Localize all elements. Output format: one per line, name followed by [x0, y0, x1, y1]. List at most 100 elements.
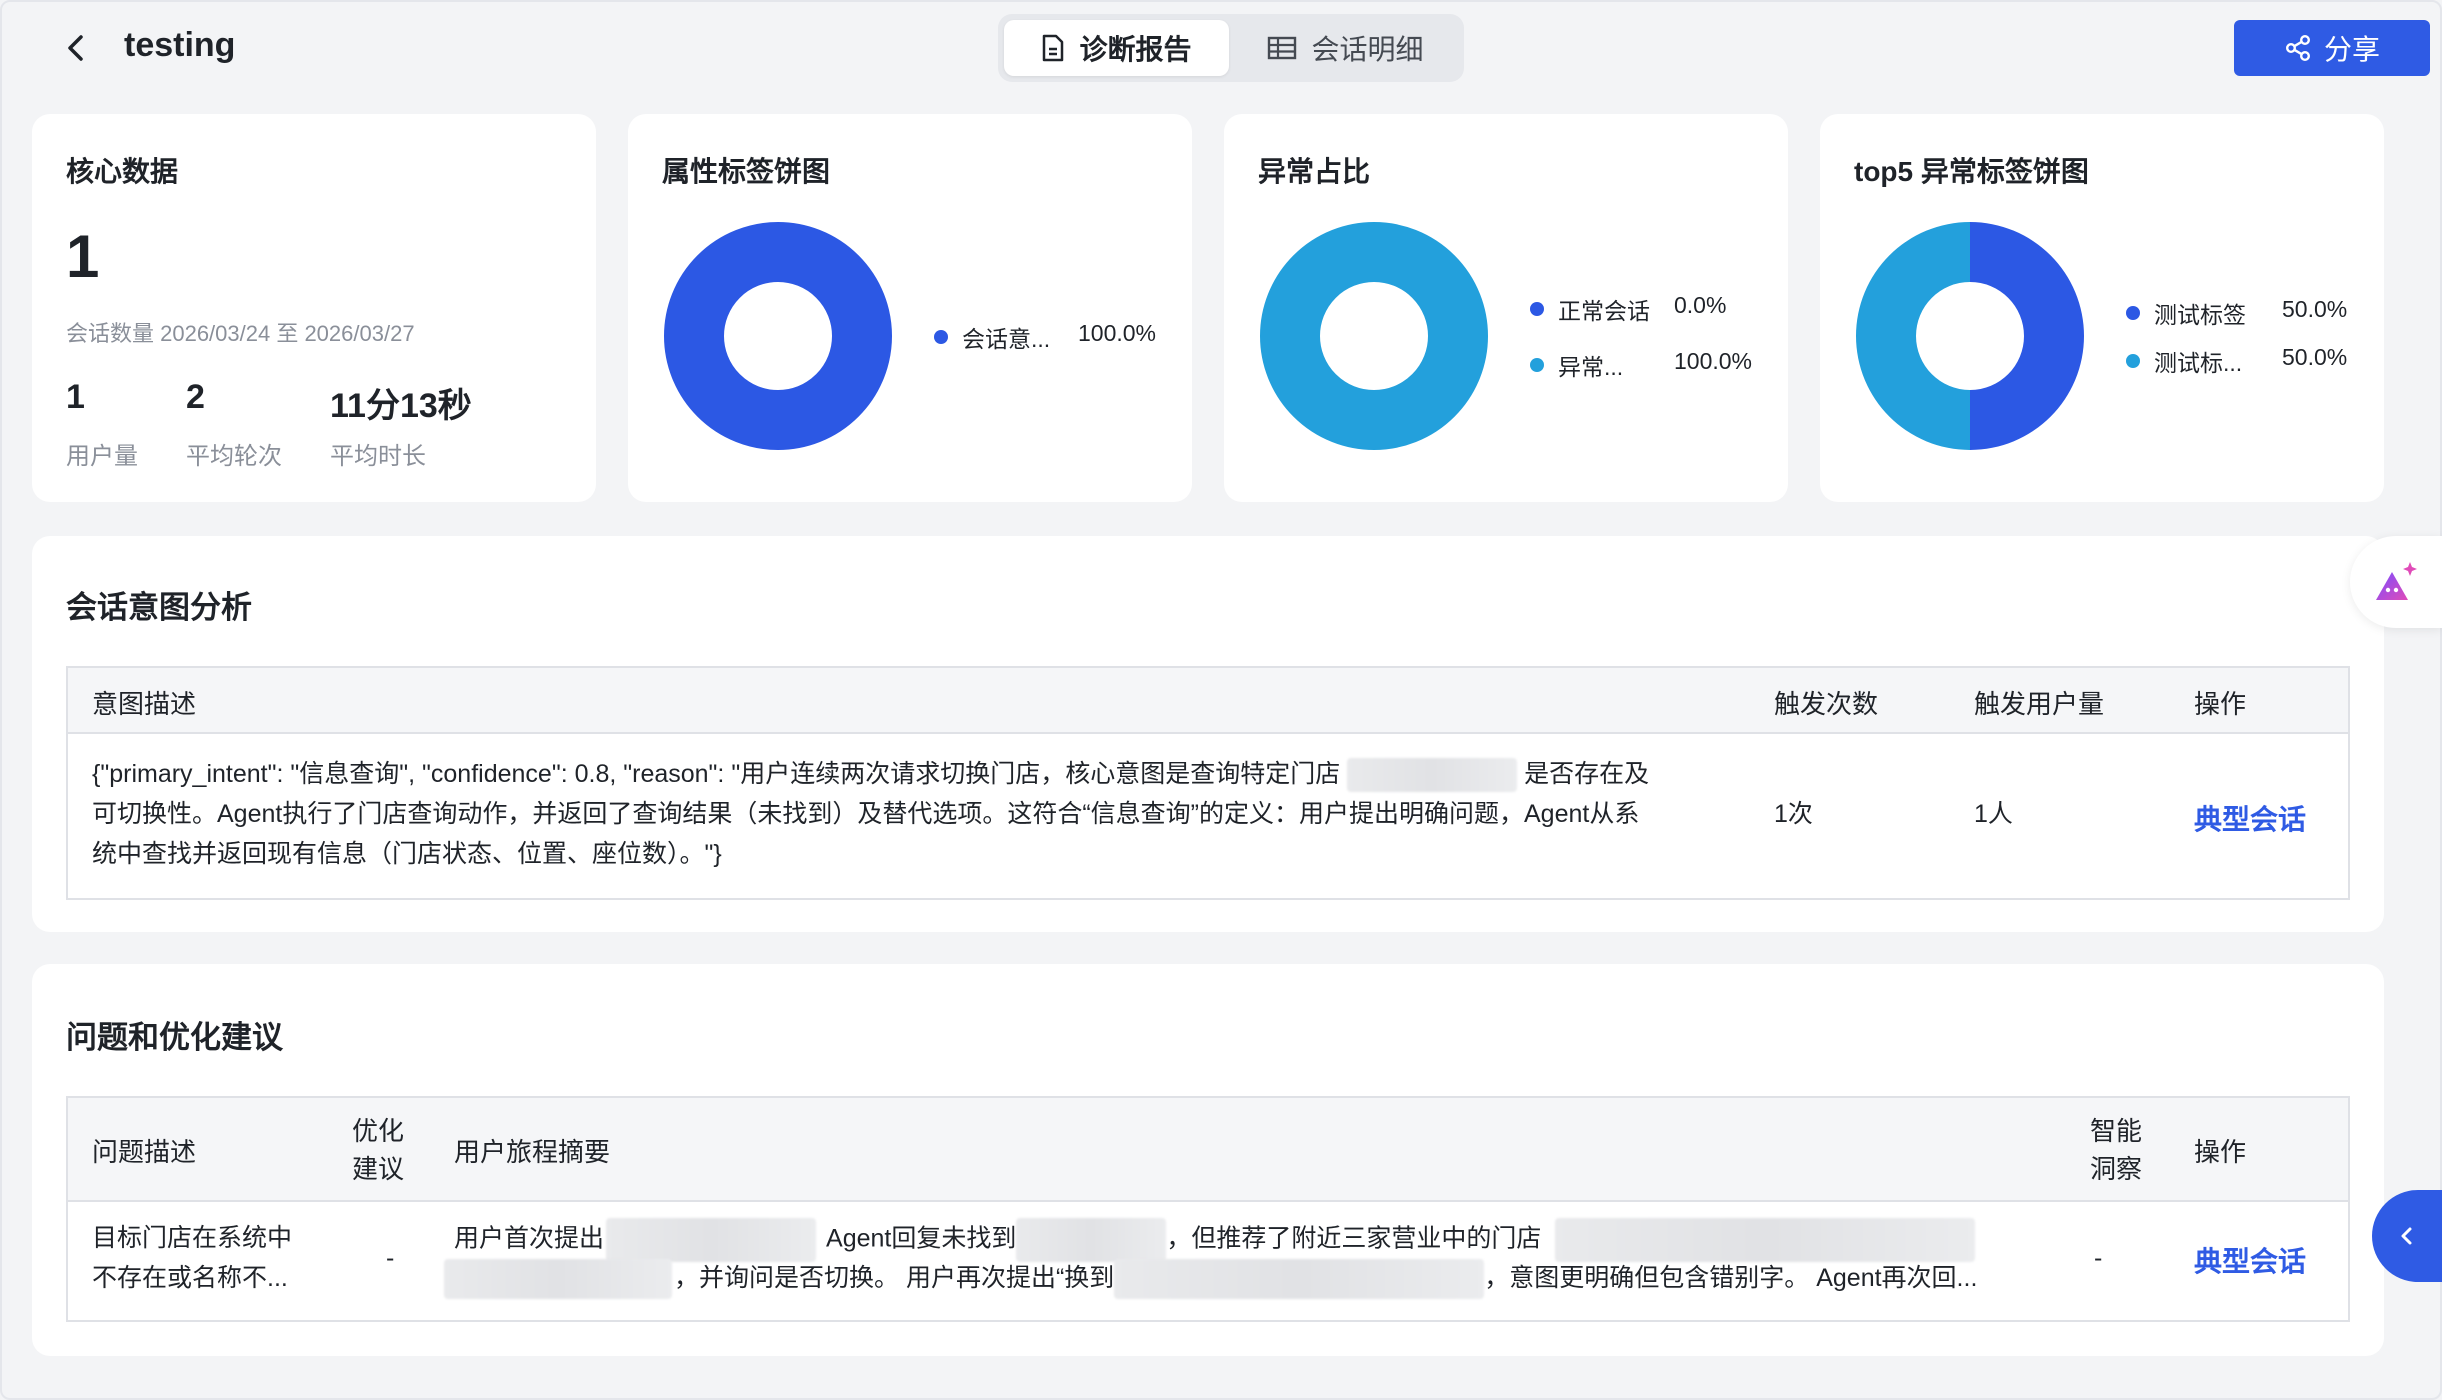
anomaly-ratio-card: 异常占比 正常会话 0.0% 异常... 100.0% — [1224, 114, 1788, 502]
legend-label: 测试标... — [2154, 350, 2243, 376]
stat-users-label: 用户量 — [66, 443, 138, 470]
text-segment: 是否存在及 — [1524, 760, 1650, 788]
legend-label: 测试标签 — [2154, 302, 2246, 328]
problem-desc: 目标门店在系统中 不存在或名称不... — [92, 1218, 292, 1298]
tab-label: 会话明细 — [1311, 34, 1424, 65]
text-line: 目标门店在系统中 — [92, 1224, 293, 1252]
issues-table: 问题描述 优化 建议 用户旅程摘要 智能 洞察 操作 目标门店在系统中 不存在或… — [66, 1096, 2350, 1322]
legend-value: 50.0% — [2282, 344, 2348, 370]
suggestion-value: - — [386, 1244, 395, 1272]
legend-item[interactable]: 测试标... — [2126, 344, 2242, 378]
intent-table: 意图描述 触发次数 触发用户量 操作 {"primary_intent": "信… — [66, 666, 2350, 900]
table-icon — [1268, 36, 1297, 60]
typical-session-link[interactable]: 典型会话 — [2194, 1240, 2306, 1280]
journey-line: 用户首次提出 Agent回复未找到 ，但推荐了附近三家营业中的门店 — [454, 1218, 1976, 1262]
col-problem-desc: 问题描述 — [92, 1137, 197, 1167]
header-text: 优化 — [352, 1116, 405, 1146]
redacted-block — [606, 1218, 817, 1262]
redacted-block — [444, 1259, 672, 1300]
col-actions: 操作 — [2194, 1137, 2247, 1167]
legend-dot — [1530, 302, 1544, 316]
stat-duration-value: 11分13秒 — [330, 387, 472, 425]
session-count-caption: 会话数量 2026/03/24 至 2026/03/27 — [66, 321, 415, 346]
back-button[interactable] — [56, 28, 96, 68]
share-label: 分享 — [2323, 34, 2380, 65]
legend-item[interactable]: 异常... — [1530, 348, 1623, 382]
tab-session-details[interactable]: 会话明细 — [1233, 20, 1458, 76]
legend-value: 100.0% — [1674, 348, 1753, 374]
legend-item[interactable]: 会话意... — [934, 320, 1050, 354]
top5-anomaly-tag-card: top5 异常标签饼图 测试标签 50.0% 测试标... 50.0% — [1820, 114, 2384, 502]
legend-dot — [934, 330, 948, 344]
pie-slice[interactable] — [664, 222, 892, 450]
card-title: 核心数据 — [66, 156, 179, 187]
stat-duration-label: 平均时长 — [330, 443, 426, 470]
text-line: 不存在或名称不... — [92, 1264, 288, 1292]
chart-title: top5 异常标签饼图 — [1854, 156, 2089, 187]
document-icon — [1043, 34, 1064, 62]
text-segment: ，并询问是否切换。 用户再次提出“换到 — [674, 1264, 1115, 1292]
top5-anomaly-donut — [1856, 222, 2084, 450]
share-icon — [2285, 35, 2310, 62]
col-insight: 智能 洞察 — [2090, 1112, 2142, 1188]
stat-rounds-label: 平均轮次 — [186, 443, 282, 470]
trigger-count: 1次 — [1774, 800, 1813, 828]
redacted-block — [1555, 1218, 1976, 1262]
intent-desc-line: 统中查找并返回现有信息（门店状态、位置、座位数）。"} — [92, 840, 722, 868]
intent-analysis-card: 会话意图分析 意图描述 触发次数 触发用户量 操作 {"primary_inte… — [32, 536, 2384, 932]
attribute-tag-pie-card: 属性标签饼图 会话意... 100.0% — [628, 114, 1192, 502]
col-trigger-count: 触发次数 — [1774, 689, 1879, 719]
col-suggestion: 优化 建议 — [352, 1112, 404, 1188]
legend-item[interactable]: 正常会话 — [1530, 292, 1650, 326]
header-text: 智能 — [2090, 1116, 2143, 1146]
header-text: 建议 — [352, 1154, 405, 1184]
stat-rounds-value: 2 — [186, 378, 205, 416]
share-button[interactable]: 分享 — [2234, 20, 2430, 76]
issues-suggestions-card: 问题和优化建议 问题描述 优化 建议 用户旅程摘要 智能 洞察 操作 目标门店在… — [32, 964, 2384, 1356]
redacted-block — [1347, 758, 1518, 793]
legend-label: 会话意... — [962, 326, 1051, 352]
header-text: 洞察 — [2090, 1154, 2143, 1184]
table-header: 意图描述 触发次数 触发用户量 操作 — [68, 668, 2348, 734]
intent-desc-line: 可切换性。Agent执行了门店查询动作，并返回了查询结果（未找到）及替代选项。这… — [92, 800, 1640, 828]
ai-assistant-button[interactable] — [2350, 536, 2442, 628]
intent-desc-line: {"primary_intent": "信息查询", "confidence":… — [92, 754, 1649, 794]
text-segment: ，意图更明确但包含错别字。 Agent再次回... — [1484, 1264, 1978, 1292]
legend-dot — [2126, 354, 2140, 368]
ai-sparkle-icon — [2376, 562, 2417, 600]
table-header: 问题描述 优化 建议 用户旅程摘要 智能 洞察 操作 — [68, 1098, 2348, 1202]
journey-line: ，并询问是否切换。 用户再次提出“换到 ，意图更明确但包含错别字。 Agent再次… — [444, 1258, 1978, 1300]
stat-users-value: 1 — [66, 378, 85, 416]
legend-dot — [2126, 306, 2140, 320]
page-title: testing — [124, 26, 236, 64]
pie-slice[interactable] — [1260, 222, 1488, 450]
legend-value: 100.0% — [1078, 320, 1157, 346]
attribute-tag-donut — [664, 222, 892, 450]
col-journey-summary: 用户旅程摘要 — [454, 1137, 611, 1167]
text-segment: Agent回复未找到 — [826, 1224, 1017, 1253]
redacted-block — [1016, 1218, 1167, 1262]
tab-label: 诊断报告 — [1079, 34, 1192, 65]
section-title: 会话意图分析 — [66, 590, 252, 625]
redacted-block — [1114, 1259, 1485, 1300]
col-trigger-users: 触发用户量 — [1974, 689, 2105, 719]
chart-title: 属性标签饼图 — [662, 156, 831, 187]
legend-value: 0.0% — [1674, 292, 1727, 318]
pie-slice[interactable] — [1856, 222, 1970, 450]
text-segment: ，但推荐了附近三家营业中的门店 — [1166, 1224, 1542, 1253]
col-intent-desc: 意图描述 — [92, 689, 197, 719]
chevron-left-icon — [2401, 1227, 2412, 1245]
trigger-users: 1人 — [1974, 800, 2013, 828]
typical-session-link[interactable]: 典型会话 — [2194, 798, 2306, 838]
section-title: 问题和优化建议 — [66, 1020, 283, 1055]
legend-item[interactable]: 测试标签 — [2126, 296, 2246, 330]
insight-value: - — [2094, 1244, 2103, 1272]
legend-dot — [1530, 358, 1544, 372]
text-segment: {"primary_intent": "信息查询", "confidence":… — [92, 760, 1341, 788]
session-count: 1 — [66, 223, 100, 290]
chart-title: 异常占比 — [1258, 156, 1371, 187]
pie-slice[interactable] — [1970, 222, 2084, 450]
anomaly-ratio-donut — [1260, 222, 1488, 450]
chevron-left-icon — [68, 35, 83, 61]
tab-diagnosis-report[interactable]: 诊断报告 — [1004, 20, 1229, 76]
